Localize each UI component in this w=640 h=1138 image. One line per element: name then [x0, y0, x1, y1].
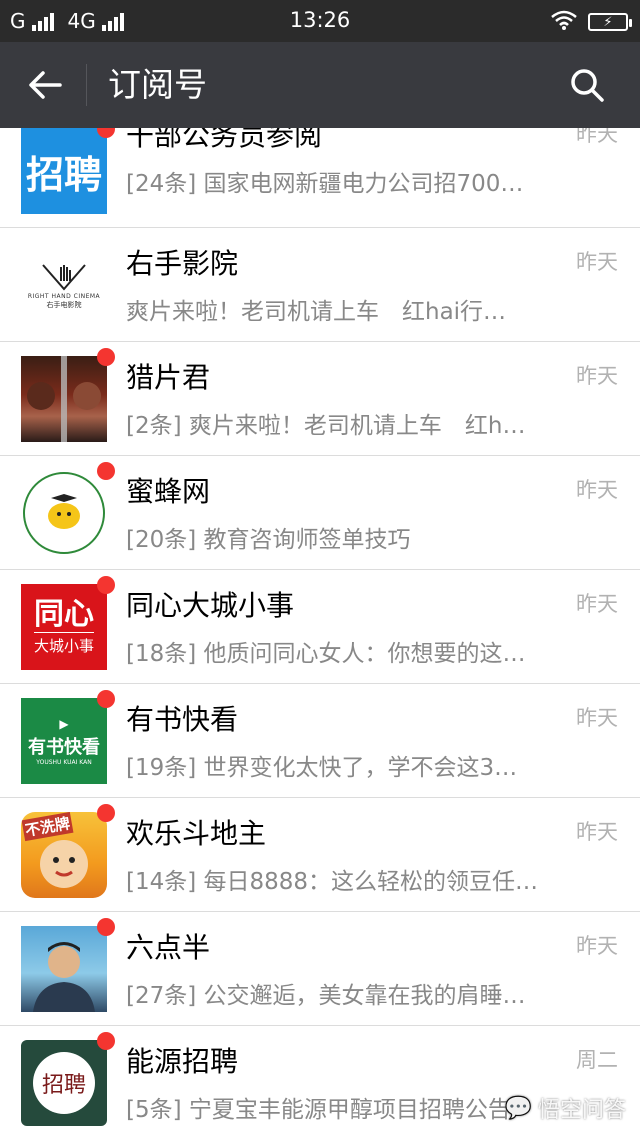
avatar-text: 有书快看 [28, 736, 100, 758]
clock: 13:26 [289, 8, 351, 32]
book-icon: ▶ [59, 716, 69, 731]
subscription-time: 昨天 [576, 250, 618, 274]
subscription-time: 昨天 [576, 592, 618, 616]
subscription-time: 昨天 [576, 128, 618, 146]
unread-dot [97, 576, 115, 594]
sword-poster-icon [27, 356, 101, 442]
subscription-name: 右手影院 [126, 247, 239, 280]
avatar [21, 356, 107, 442]
subscription-preview: [5条] 宁夏宝丰能源甲醇项目招聘公告 [126, 1097, 511, 1123]
chat-bubble-icon: 💬 [504, 1095, 532, 1121]
avatar-text: 招聘 [41, 1073, 86, 1098]
avatar-subtext: 大城小事 [33, 632, 94, 656]
wifi-icon [550, 9, 578, 35]
subscription-name: 能源招聘 [126, 1045, 239, 1078]
subscription-name: 有书快看 [126, 703, 239, 736]
subscription-preview: [2条] 爽片来啦！老司机请上车 红h… [126, 413, 526, 439]
unread-dot [97, 462, 115, 480]
subscription-preview: [18条] 他质问同心女人：你想要的这… [126, 641, 526, 667]
list-item[interactable]: ▶ 有书快看 YOUSHU KUAI KAN 有书快看 昨天 [19条] 世界变… [0, 684, 640, 798]
search-button[interactable] [564, 62, 610, 108]
bee-logo-icon [23, 472, 105, 554]
subscription-time: 周二 [576, 1048, 618, 1072]
avatar: ▶ 有书快看 YOUSHU KUAI KAN [21, 698, 107, 784]
avatar: 不洗牌 [21, 812, 107, 898]
subscription-time: 昨天 [576, 820, 618, 844]
avatar-subtext: 右手电影院 [46, 300, 82, 309]
list-item[interactable]: 六点半 昨天 [27条] 公交邂逅，美女靠在我的肩睡… [0, 912, 640, 1026]
search-icon [571, 69, 604, 102]
avatar-subtext: YOUSHU KUAI KAN [36, 758, 92, 766]
person-photo-icon [33, 942, 95, 1012]
subscription-time: 昨天 [576, 364, 618, 388]
unread-dot [97, 690, 115, 708]
subscription-name: 同心大城小事 [126, 589, 295, 622]
subscription-preview: [27条] 公交邂逅，美女靠在我的肩睡… [126, 983, 526, 1009]
subscription-preview: [24条] 国家电网新疆电力公司招700… [126, 171, 524, 197]
avatar: RIGHT HAND CINEMA 右手电影院 [21, 242, 107, 328]
back-button[interactable] [22, 62, 68, 108]
watermark: 💬 悟空问答 [505, 1092, 626, 1124]
subscription-time: 昨天 [576, 934, 618, 958]
unread-dot [97, 918, 115, 936]
subscription-name: 猎片君 [126, 361, 211, 394]
list-item[interactable]: 蜜蜂网 昨天 [20条] 教育咨询师签单技巧 [0, 456, 640, 570]
list-item[interactable]: 招聘 干部公务员参阅 昨天 [24条] 国家电网新疆电力公司招700… [0, 128, 640, 228]
list-item[interactable]: 不洗牌 欢乐斗地主 昨天 [14条] 每日8888：这么轻松的领豆任… [0, 798, 640, 912]
avatar [21, 926, 107, 1012]
arrow-left-icon [29, 71, 62, 99]
subscription-name: 欢乐斗地主 [126, 817, 267, 850]
status-bar: G 4G 13:26 ⚡ [0, 0, 640, 42]
subscription-preview: [20条] 教育咨询师签单技巧 [126, 527, 411, 553]
avatar: 招聘 [21, 1040, 107, 1126]
subscription-name: 干部公务员参阅 [126, 128, 323, 152]
avatar: 同心 大城小事 [21, 584, 107, 670]
subscription-preview: [19条] 世界变化太快了，学不会这3… [126, 755, 518, 781]
watermark-text: 悟空问答 [537, 1098, 626, 1123]
nav-divider [86, 64, 87, 106]
list-item[interactable]: 猎片君 昨天 [2条] 爽片来啦！老司机请上车 红h… [0, 342, 640, 456]
avatar-badge: 招聘 [33, 1052, 95, 1114]
subscription-name: 六点半 [126, 931, 211, 964]
avatar-text: RIGHT HAND CINEMA [27, 292, 101, 300]
subscription-time: 昨天 [576, 706, 618, 730]
subscription-preview: [14条] 每日8888：这么轻松的领豆任… [126, 869, 539, 895]
subscription-preview: 爽片来啦！老司机请上车 红hai行… [126, 299, 507, 325]
page-title: 订阅号 [108, 65, 207, 104]
avatar-text: 同心 [34, 597, 94, 632]
battery-icon: ⚡ [588, 13, 632, 31]
unread-dot [97, 1032, 115, 1050]
avatar-text: 招聘 [25, 152, 102, 197]
nav-bar: 订阅号 [0, 42, 640, 128]
subscription-list: 招聘 干部公务员参阅 昨天 [24条] 国家电网新疆电力公司招700… RIGH… [0, 128, 640, 1138]
unread-dot [97, 348, 115, 366]
list-item[interactable]: RIGHT HAND CINEMA 右手电影院 右手影院 昨天 爽片来啦！老司机… [0, 228, 640, 342]
subscription-name: 蜜蜂网 [126, 475, 211, 508]
avatar [21, 470, 107, 556]
unread-dot [97, 804, 115, 822]
list-item[interactable]: 同心 大城小事 同心大城小事 昨天 [18条] 他质问同心女人：你想要的这… [0, 570, 640, 684]
subscription-time: 昨天 [576, 478, 618, 502]
avatar: 招聘 [21, 128, 107, 214]
hand-logo-icon [42, 263, 86, 291]
